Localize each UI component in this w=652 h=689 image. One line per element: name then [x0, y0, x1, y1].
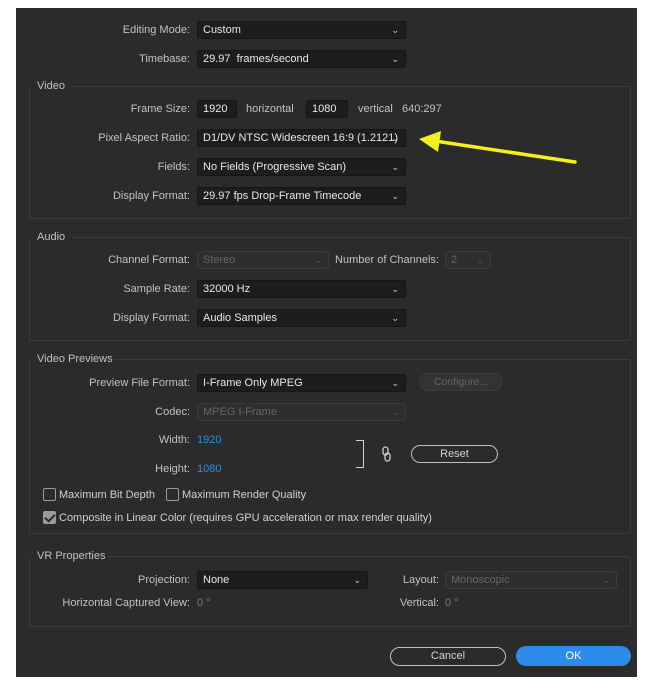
annotation-arrow [419, 131, 577, 164]
annotation-arrow-head [419, 131, 441, 152]
annotation-arrow-shaft [433, 139, 577, 164]
